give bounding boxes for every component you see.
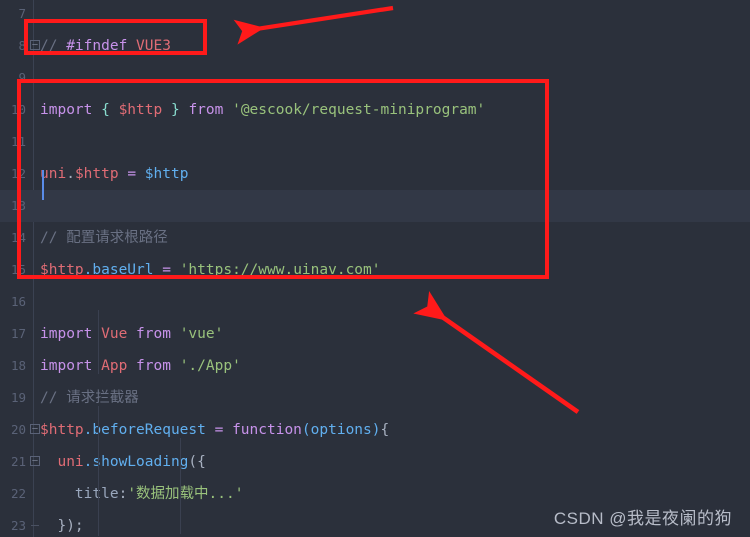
arrow-to-http-config-line	[413, 290, 580, 414]
arrow-to-http-config	[413, 290, 580, 414]
csdn-watermark: CSDN @我是夜阑的狗	[553, 509, 732, 528]
screenshot-root: 7 8–// #ifndef VUE3 9 10 import { $http } fr…	[0, 0, 750, 537]
